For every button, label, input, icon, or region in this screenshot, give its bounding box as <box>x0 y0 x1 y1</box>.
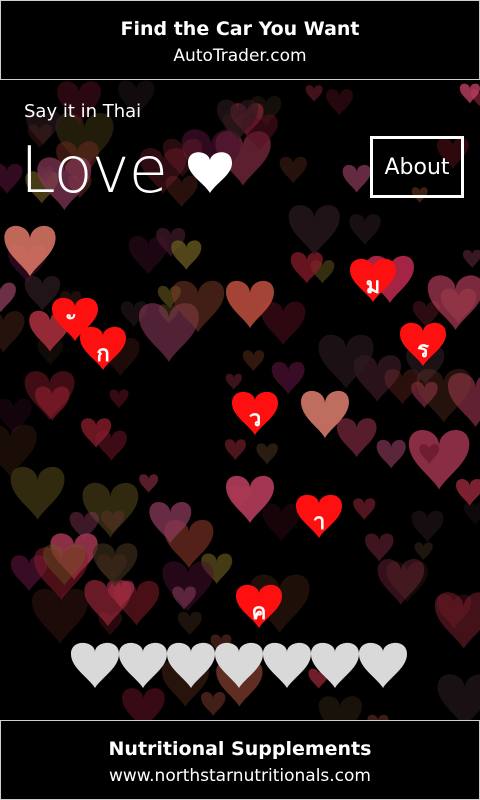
bokeh-heart <box>463 502 480 525</box>
bokeh-heart <box>261 301 306 345</box>
letter-heart-5[interactable]: า <box>294 490 344 540</box>
bokeh-heart <box>0 163 23 194</box>
answer-slot-heart[interactable] <box>358 638 408 690</box>
bokeh-heart <box>336 418 377 458</box>
letter-heart-6[interactable]: ค <box>234 580 284 630</box>
bokeh-heart <box>139 474 159 493</box>
bokeh-heart <box>242 350 265 372</box>
answer-slot-heart[interactable] <box>262 638 312 690</box>
ad-url: AutoTrader.com <box>173 46 307 66</box>
bokeh-heart <box>353 498 376 520</box>
bokeh-heart <box>414 542 433 561</box>
answer-slot-heart[interactable] <box>310 638 360 690</box>
answer-slots <box>70 638 410 690</box>
letter-heart-4[interactable]: ว <box>230 387 280 437</box>
letter-label: ค <box>251 600 267 625</box>
bokeh-heart <box>290 252 323 284</box>
ad-title: Nutritional Supplements <box>108 738 372 760</box>
bokeh-heart <box>109 389 129 408</box>
bokeh-heart <box>318 696 362 720</box>
ad-url: www.northstarnutritionals.com <box>109 766 371 786</box>
bokeh-heart <box>10 466 65 520</box>
bokeh-heart <box>0 282 16 313</box>
letter-label: ว <box>248 407 262 432</box>
bokeh-heart <box>279 156 307 184</box>
bokeh-heart <box>434 592 480 649</box>
answer-slot-heart[interactable] <box>166 638 216 690</box>
bokeh-heart <box>24 371 75 421</box>
bokeh-heart <box>128 236 168 275</box>
bokeh-heart <box>456 478 480 506</box>
bokeh-heart <box>326 89 353 116</box>
bokeh-heart <box>462 249 480 268</box>
bokeh-heart <box>177 611 202 636</box>
bokeh-heart <box>437 674 480 720</box>
bokeh-heart <box>201 692 226 716</box>
subtitle: Say it in Thai <box>24 101 142 122</box>
bokeh-heart <box>256 443 278 465</box>
letter-label: ม <box>365 274 381 299</box>
ad-title: Find the Car You Want <box>120 18 360 40</box>
answer-slot-heart[interactable] <box>214 638 264 690</box>
bokeh-heart <box>305 85 323 102</box>
letter-heart-0[interactable]: ม <box>348 254 398 304</box>
answer-slot-heart[interactable] <box>118 638 168 690</box>
page-title: Love <box>20 134 168 208</box>
bokeh-heart <box>288 205 340 256</box>
bokeh-heart <box>224 439 246 461</box>
bokeh-heart <box>122 688 165 720</box>
heart-icon <box>188 152 232 193</box>
letter-heart-3[interactable]: ก <box>78 322 128 372</box>
bokeh-heart <box>349 214 381 245</box>
bokeh-heart <box>411 510 444 543</box>
bottom-ad-banner[interactable]: Nutritional Supplements www.northstarnut… <box>0 720 480 800</box>
answer-slot-heart[interactable] <box>70 638 120 690</box>
bokeh-heart <box>0 311 25 353</box>
bokeh-heart <box>416 368 472 423</box>
letter-heart-2[interactable]: ร <box>398 318 448 368</box>
bokeh-heart <box>342 164 371 193</box>
bokeh-heart <box>4 225 56 277</box>
bokeh-heart <box>376 439 406 469</box>
letter-label: ก <box>96 342 110 367</box>
about-button[interactable]: About <box>370 136 464 198</box>
top-ad-banner[interactable]: Find the Car You Want AutoTrader.com <box>0 0 480 80</box>
letter-label: า <box>312 510 326 535</box>
bokeh-heart <box>92 543 138 587</box>
bokeh-heart <box>171 240 202 270</box>
bokeh-heart <box>365 533 394 562</box>
letter-label: ร <box>417 338 429 363</box>
